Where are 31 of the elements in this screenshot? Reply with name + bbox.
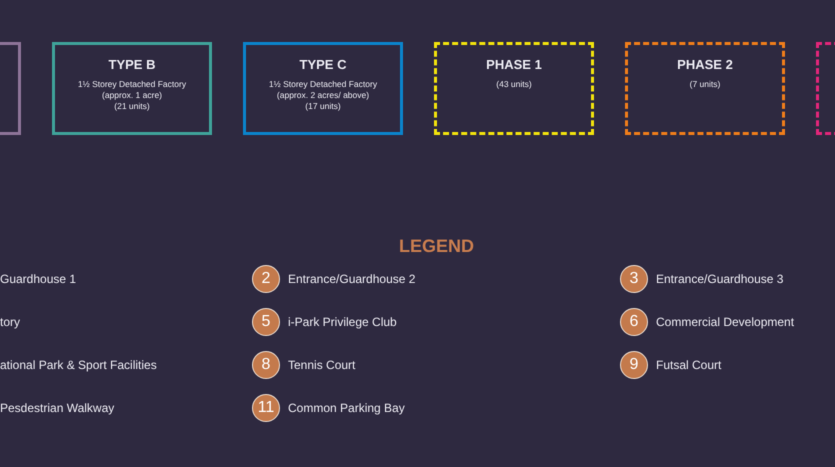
- card-text: 1½ Storey Detached Factory: [268, 79, 378, 90]
- card-title: TYPE B: [108, 57, 156, 72]
- number-badge: 6: [620, 308, 648, 336]
- legend-label: Entrance/Guardhouse 3: [656, 272, 784, 286]
- card-text: (17 units): [305, 101, 341, 112]
- legend-label: Pesdestrian Walkway: [0, 401, 114, 415]
- card-text: (43 units): [496, 79, 532, 90]
- legend-label: Common Parking Bay: [288, 401, 405, 415]
- legend-label: i-Park Privilege Club: [288, 315, 397, 329]
- number-badge: 2: [252, 265, 280, 293]
- legend-label: ational Park & Sport Facilities: [0, 358, 157, 372]
- card-text: (21 units): [114, 101, 150, 112]
- number-badge: 3: [620, 265, 648, 293]
- number-badge: 5: [252, 308, 280, 336]
- legend-label: Futsal Court: [656, 358, 722, 372]
- number-badge: 9: [620, 351, 648, 379]
- card-text: (approx. 2 acres/ above): [276, 90, 370, 101]
- card-title: PHASE 1: [486, 57, 542, 72]
- card-text: (approx. 1 acre): [102, 90, 162, 101]
- legend-title: LEGEND: [398, 236, 475, 257]
- card-title: TYPE C: [300, 57, 346, 72]
- card-title: PHASE 2: [677, 57, 733, 72]
- number-badge: 11: [252, 394, 280, 422]
- legend-label: tory: [0, 315, 20, 329]
- card-text: (7 units): [690, 79, 720, 90]
- legend-label: Entrance/Guardhouse 2: [288, 272, 416, 286]
- legend-label: Guardhouse 1: [0, 272, 76, 286]
- number-badge: 8: [252, 351, 280, 379]
- card-text: 1½ Storey Detached Factory: [78, 79, 186, 90]
- legend-label: Tennis Court: [288, 358, 356, 372]
- legend-label: Commercial Development: [656, 315, 794, 329]
